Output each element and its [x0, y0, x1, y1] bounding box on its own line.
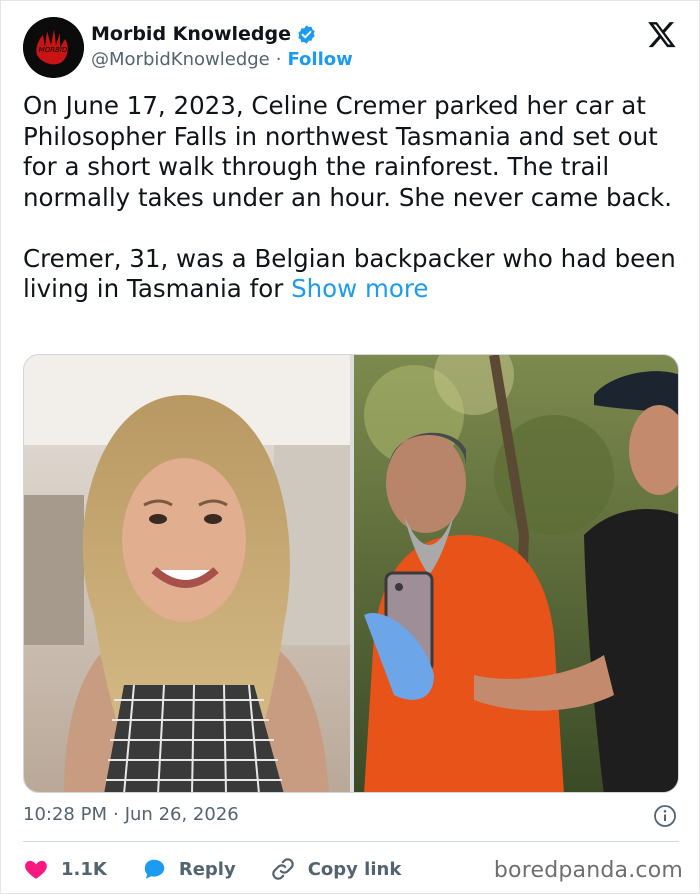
- heart-icon: [25, 860, 47, 879]
- info-icon[interactable]: [653, 804, 677, 828]
- tweet-card: MORBID Morbid Knowledge @MorbidKnowledge…: [0, 0, 700, 894]
- tweet-time: 10:28 PM: [23, 804, 107, 825]
- copy-link-button[interactable]: Copy link: [270, 856, 402, 882]
- x-logo-icon[interactable]: [647, 19, 677, 49]
- like-button[interactable]: 1.1K: [23, 856, 107, 882]
- timestamp-separator: ·: [112, 804, 119, 825]
- reply-bubble-icon: [144, 859, 165, 879]
- author-block: Morbid Knowledge @MorbidKnowledge · Foll…: [91, 23, 353, 70]
- follow-button[interactable]: Follow: [287, 49, 352, 70]
- handle-separator: ·: [275, 49, 282, 70]
- photo-woman[interactable]: [24, 355, 350, 792]
- photo-search-team[interactable]: [354, 355, 678, 792]
- tweet-text: On June 17, 2023, Celine Cremer parked h…: [23, 91, 683, 305]
- like-count: 1.1K: [61, 858, 107, 880]
- tweet-date: Jun 26, 2026: [124, 804, 239, 825]
- verified-badge-icon: [298, 24, 315, 44]
- action-bar: 1.1K Reply Copy link: [23, 854, 435, 884]
- avatar[interactable]: MORBID: [23, 17, 84, 78]
- show-more-link[interactable]: Show more: [291, 274, 428, 303]
- watermark: boredpanda.com: [493, 858, 683, 883]
- tweet-body: On June 17, 2023, Celine Cremer parked h…: [23, 91, 676, 303]
- author-handle[interactable]: @MorbidKnowledge: [91, 49, 270, 70]
- divider: [23, 841, 679, 842]
- tweet-timestamp[interactable]: 10:28 PM · Jun 26, 2026: [23, 804, 239, 825]
- reply-label: Reply: [178, 858, 236, 880]
- link-icon: [271, 858, 294, 880]
- avatar-logo-text: MORBID: [39, 46, 68, 54]
- tweet-media[interactable]: [23, 354, 679, 793]
- reply-button[interactable]: Reply: [141, 856, 236, 882]
- tweet-header: MORBID Morbid Knowledge @MorbidKnowledge…: [23, 17, 679, 79]
- copy-link-label: Copy link: [307, 858, 402, 880]
- author-name[interactable]: Morbid Knowledge: [91, 23, 291, 45]
